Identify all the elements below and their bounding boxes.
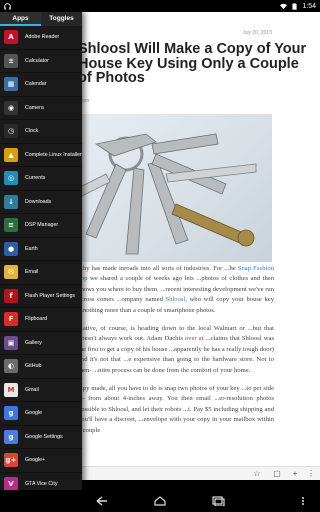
wifi-icon (280, 3, 288, 9)
google-plus-icon: g+ (4, 453, 18, 468)
status-time: 1:54 (302, 2, 316, 10)
gallery-icon: ▣ (4, 335, 18, 350)
app-item[interactable]: g+ Google+ (0, 449, 82, 473)
app-item[interactable]: M Gmail (0, 379, 82, 402)
linux-installer-icon: ▲ (4, 147, 18, 162)
camera-icon: ◉ (4, 100, 18, 115)
link-shloosl[interactable]: Shloosl (166, 296, 186, 303)
drawer-tabs: Apps Toggles (0, 12, 82, 26)
app-label: Earth (25, 245, 38, 252)
app-label: Currents (25, 175, 46, 182)
app-item[interactable]: ≡ DSP Manager (0, 214, 82, 238)
app-item[interactable]: ↓ Downloads (0, 191, 82, 214)
headphones-icon (4, 2, 11, 10)
app-label: Flipboard (25, 316, 48, 323)
keys-image (65, 133, 257, 255)
app-item[interactable]: ✉ Email (0, 261, 82, 285)
app-label: Clock (25, 128, 39, 135)
app-label: Adobe Reader (25, 34, 60, 41)
earth-icon: ● (4, 241, 18, 256)
app-label: GTA Vice City (25, 480, 58, 487)
article-headline: Shloosl Will Make a Copy of Your House K… (78, 41, 307, 86)
gta-vice-city-icon: V (4, 476, 18, 490)
app-label: Google+ (25, 457, 46, 464)
article-body: ...hy has made inroads into all sorts of… (78, 264, 274, 444)
app-item[interactable]: ● Earth (0, 238, 82, 261)
article-photo-keys (56, 114, 272, 262)
app-item[interactable]: ◐ GitHub (0, 355, 82, 379)
app-item[interactable]: f Flash Player Settings (0, 285, 82, 308)
app-list: A Adobe Reader ± Calculator ▦ Calendar ◉ Camera… (0, 26, 82, 490)
menu-dots-icon[interactable] (296, 496, 310, 506)
currents-icon: ◎ (4, 171, 18, 186)
back-icon[interactable] (95, 496, 109, 506)
add-icon[interactable]: + (290, 469, 300, 479)
google-icon: g (4, 406, 18, 421)
app-drawer: Apps Toggles A Adobe Reader ± Calculator ▦ Ca… (0, 12, 82, 490)
app-item[interactable]: V GTA Vice City (0, 473, 82, 490)
app-label: GitHub (25, 363, 42, 370)
app-item[interactable]: ± Calculator (0, 50, 82, 73)
adobe-reader-icon: A (4, 30, 18, 45)
email-icon: ✉ (4, 265, 18, 280)
calendar-icon: ▦ (4, 77, 18, 92)
app-item[interactable]: ◎ Currents (0, 167, 82, 191)
article-paragraph-2: ...ative, of course, is heading down to … (78, 325, 275, 374)
flipboard-icon: F (4, 312, 18, 327)
app-item[interactable]: ◉ Camera (0, 97, 82, 120)
app-item[interactable]: ◷ Clock (0, 120, 82, 144)
calculator-icon: ± (4, 53, 18, 68)
tab-apps[interactable]: Apps (0, 12, 41, 26)
status-bar: 1:54 (0, 0, 320, 12)
github-icon: ◐ (4, 359, 18, 374)
app-item[interactable]: ▣ Gallery (0, 332, 82, 355)
app-label: Downloads (25, 198, 52, 205)
gmail-icon: M (4, 382, 18, 397)
overflow-menu-icon[interactable]: ⋮ (306, 469, 316, 479)
article-paragraph-1: ...hy has made inroads into all sorts of… (78, 265, 274, 314)
article-paragraph-3: ...py made, all you have to do is snap t… (78, 385, 274, 434)
app-label: Flash Player Settings (25, 292, 76, 299)
app-label: Calendar (25, 81, 47, 88)
article-date: July 20, 2013 (242, 30, 272, 36)
app-label: DSP Manager (25, 222, 59, 229)
app-label: Email (25, 269, 39, 276)
home-icon[interactable] (153, 496, 167, 506)
downloads-icon: ↓ (4, 194, 18, 209)
star-icon[interactable]: ☆ (252, 469, 262, 479)
app-item[interactable]: g Google Settings (0, 426, 82, 449)
clock-icon: ◷ (4, 124, 18, 139)
app-label: Google (25, 410, 43, 417)
app-label: Google Settings (25, 433, 63, 440)
app-item[interactable]: ▦ Calendar (0, 73, 82, 97)
app-label: Camera (25, 104, 44, 111)
app-item[interactable]: ▲ Complete Linux Installer (0, 144, 82, 167)
recent-apps-icon[interactable] (211, 496, 225, 506)
app-item[interactable]: g Google (0, 402, 82, 426)
app-label: Complete Linux Installer (25, 151, 82, 158)
dsp-manager-icon: ≡ (4, 218, 18, 233)
tab-toggles[interactable]: Toggles (41, 12, 82, 26)
app-label: Gallery (25, 339, 42, 346)
app-label: Calculator (25, 57, 49, 64)
flash-player-icon: f (4, 288, 18, 303)
share-icon[interactable]: ▢ (272, 469, 282, 479)
link-over-at[interactable]: over at (185, 335, 204, 342)
app-item[interactable]: A Adobe Reader (0, 26, 82, 50)
battery-icon (292, 2, 297, 10)
navigation-bar (0, 490, 320, 512)
app-item[interactable]: F Flipboard (0, 308, 82, 332)
google-settings-icon: g (4, 429, 18, 444)
app-label: Gmail (25, 386, 39, 393)
